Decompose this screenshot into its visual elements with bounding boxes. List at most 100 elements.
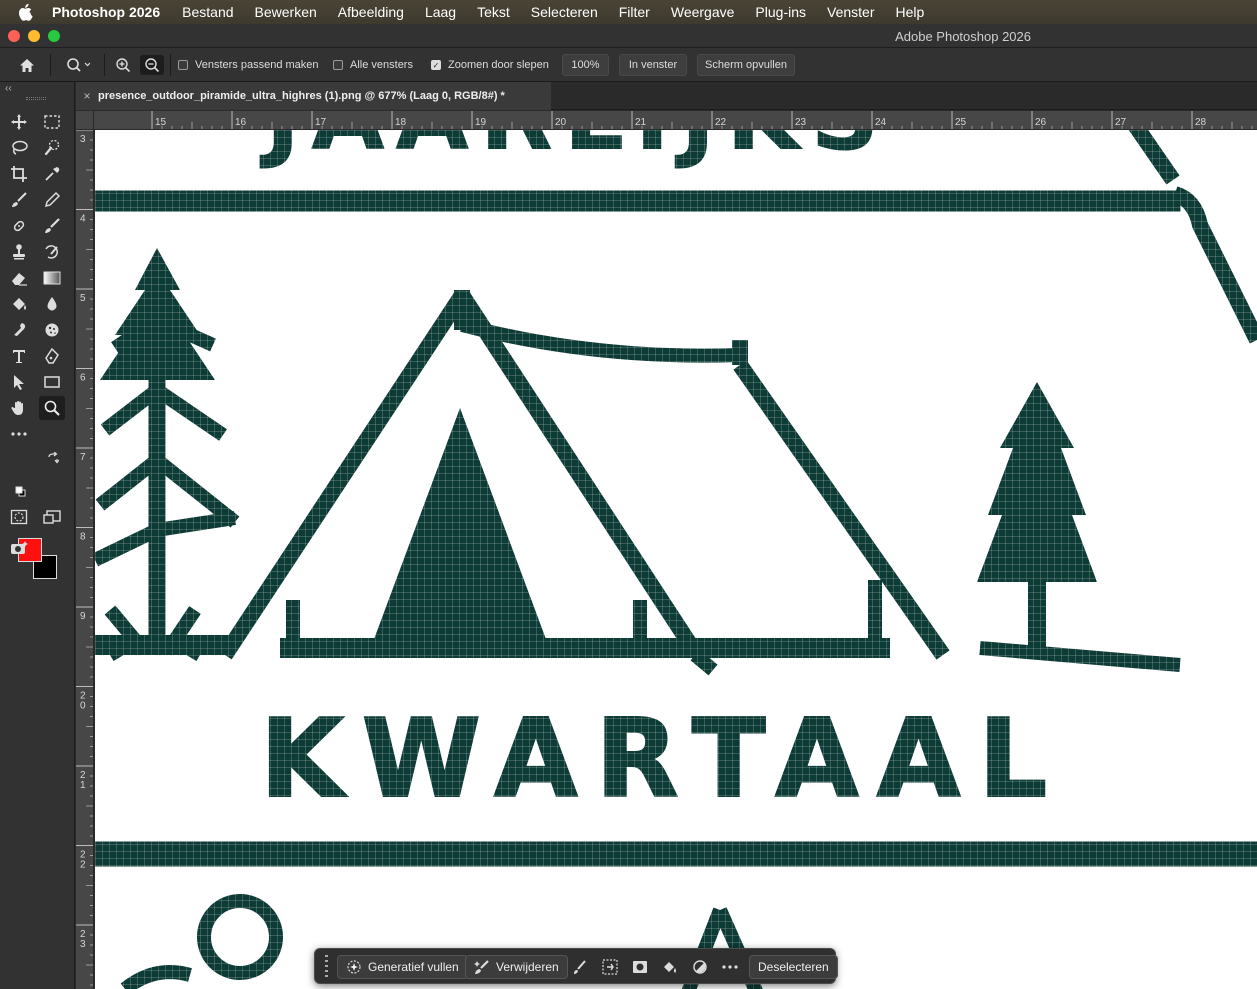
ruler-label: 24 (875, 117, 887, 128)
menu-filter[interactable]: Filter (619, 4, 650, 20)
deselect-button[interactable]: Deselecteren (749, 955, 838, 979)
adjustment-circle-icon (693, 960, 707, 974)
left-pine-tree (95, 248, 240, 662)
menu-plug-ins[interactable]: Plug-ins (755, 4, 806, 20)
document-tab-title: presence_outdoor_piramide_ultra_highres … (98, 90, 505, 102)
hand-tool[interactable] (6, 396, 32, 420)
all-windows-checkbox[interactable]: Alle vensters (333, 59, 413, 71)
eraser-tool[interactable] (6, 266, 32, 290)
swap-colors-button[interactable] (45, 450, 61, 466)
gradient-tool[interactable] (39, 266, 65, 290)
zoom-tool-preset-picker[interactable] (58, 55, 98, 75)
history-brush-tool[interactable] (39, 240, 65, 264)
quick-mask-button[interactable] (6, 505, 32, 529)
fill-bucket-icon (664, 962, 676, 973)
zoom-100-button[interactable]: 100% (562, 54, 609, 76)
remove-label: Verwijderen (496, 960, 559, 974)
minimize-window-button[interactable] (28, 30, 40, 42)
tools-panel: ‹‹ (0, 82, 75, 989)
mixer-brush-icon (45, 218, 60, 233)
collapse-panel-icon[interactable]: ‹‹ (5, 83, 12, 94)
pencil-icon (44, 191, 61, 208)
crop-tool[interactable] (6, 162, 32, 186)
zoom-in-button[interactable] (112, 55, 134, 75)
panel-grip[interactable] (26, 97, 46, 100)
fill-selection-button[interactable] (661, 958, 679, 976)
fit-screen-button[interactable]: In venster (619, 54, 687, 76)
document-canvas[interactable]: JAARLIJKS KWARTAAL (95, 130, 1257, 989)
generative-fill-button[interactable]: Generatief vullen (337, 955, 468, 979)
type-tool[interactable] (6, 344, 32, 368)
fit-windows-label: Vensters passend maken (195, 59, 319, 71)
quick-selection-tool[interactable] (39, 136, 65, 160)
invert-selection-button[interactable] (601, 958, 619, 976)
zoom-out-button[interactable] (140, 55, 164, 75)
ruler-label: 8 (80, 532, 86, 543)
remove-button[interactable]: Verwijderen (465, 955, 568, 979)
menu-laag[interactable]: Laag (425, 4, 456, 20)
default-colors-button[interactable] (13, 484, 27, 498)
menu-app-name[interactable]: Photoshop 2026 (52, 4, 160, 20)
menu-help[interactable]: Help (896, 4, 925, 20)
rectangle-tool[interactable] (39, 370, 65, 394)
ruler-label: 1 (80, 780, 86, 791)
ruler-label: 20 (555, 117, 567, 128)
apple-icon[interactable] (0, 3, 52, 21)
generative-ai-tool[interactable] (6, 536, 32, 560)
brush-tool[interactable] (6, 188, 32, 212)
menu-bewerken[interactable]: Bewerken (255, 4, 317, 20)
close-tab-icon[interactable]: × (76, 89, 98, 103)
pen-tool[interactable] (39, 344, 65, 368)
mask-button[interactable] (631, 958, 649, 976)
ruler-origin[interactable] (76, 111, 94, 130)
adjustment-layer-button[interactable] (691, 958, 709, 976)
menu-bestand[interactable]: Bestand (182, 4, 233, 20)
ruler-label: 15 (155, 117, 167, 128)
ruler-label: 18 (395, 117, 407, 128)
horizontal-ruler[interactable]: 15 16 17 18 19 20 21 22 23 24 25 26 27 28 (94, 111, 1257, 130)
stamp-icon (13, 244, 25, 260)
zoom-tool[interactable] (39, 396, 65, 420)
fill-screen-button[interactable]: Scherm opvullen (697, 54, 795, 76)
modify-selection-button[interactable] (571, 958, 589, 976)
tent (218, 290, 950, 676)
smudge-icon (14, 323, 26, 336)
move-tool[interactable] (6, 110, 32, 134)
close-window-button[interactable] (8, 30, 20, 42)
home-icon (20, 58, 34, 72)
path-selection-tool[interactable] (6, 370, 32, 394)
more-options-button[interactable] (721, 958, 739, 976)
menu-tekst[interactable]: Tekst (477, 4, 510, 20)
menu-selecteren[interactable]: Selecteren (531, 4, 598, 20)
fit-windows-checkbox[interactable]: Vensters passend maken (178, 59, 319, 71)
top-word: JAARLIJKS (265, 130, 889, 164)
marquee-tool[interactable] (39, 110, 65, 134)
smudge-tool[interactable] (6, 318, 32, 342)
clone-stamp-tool[interactable] (6, 240, 32, 264)
eyedropper-tool[interactable] (39, 162, 65, 186)
sponge-tool[interactable] (39, 318, 65, 342)
ruler-label: 6 (80, 373, 86, 384)
bottom-curve-shape (120, 965, 192, 989)
ruler-label: 9 (80, 611, 86, 622)
menu-weergave[interactable]: Weergave (671, 4, 735, 20)
menu-venster[interactable]: Venster (827, 4, 874, 20)
drag-handle-icon[interactable] (319, 955, 333, 977)
healing-brush-tool[interactable] (6, 214, 32, 238)
scrubby-zoom-checkbox[interactable]: ✓ Zoomen door slepen (431, 59, 549, 71)
blur-tool[interactable] (39, 292, 65, 316)
quick-selection-icon (44, 139, 60, 156)
options-bar: Vensters passend maken Alle vensters ✓ Z… (0, 48, 1257, 82)
edit-toolbar-button[interactable] (6, 422, 32, 446)
zoom-window-button[interactable] (48, 30, 60, 42)
more-dots-icon (11, 432, 27, 436)
paint-bucket-tool[interactable] (6, 292, 32, 316)
home-button[interactable] (12, 55, 42, 75)
screen-mode-button[interactable] (39, 505, 65, 529)
menu-afbeelding[interactable]: Afbeelding (338, 4, 404, 20)
document-tab[interactable]: × presence_outdoor_piramide_ultra_highre… (76, 82, 551, 110)
vertical-ruler[interactable]: 345678920212223 (76, 130, 94, 989)
mixer-brush-tool[interactable] (39, 214, 65, 238)
lasso-tool[interactable] (6, 136, 32, 160)
pencil-tool[interactable] (39, 188, 65, 212)
